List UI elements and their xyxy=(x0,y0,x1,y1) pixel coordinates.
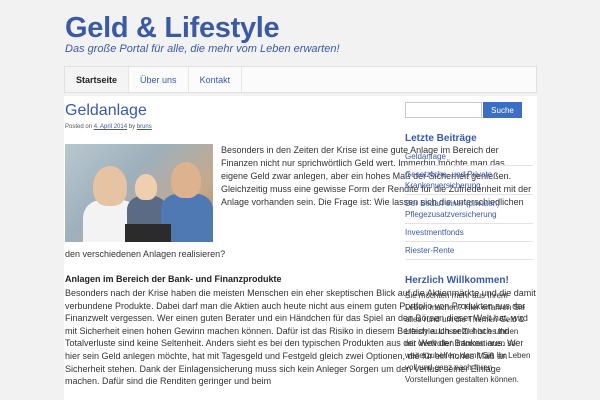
recent-posts-list: Geldanlage Gesetzliche- und Private Kran… xyxy=(405,148,533,260)
recent-posts-title: Letzte Beiträge xyxy=(405,133,477,144)
recent-post-item[interactable]: Gesetzliche- und Private Krankenversiche… xyxy=(405,166,533,195)
post-author-link[interactable]: bruns xyxy=(137,124,152,130)
post-meta: Posted on 4. April 2014 by bruns xyxy=(65,124,152,130)
post-title[interactable]: Geldanlage xyxy=(65,102,147,120)
post-meta-by: by xyxy=(128,124,136,130)
site-description: Das große Portal für alle, die mehr vom … xyxy=(65,43,340,55)
nav-item-startseite[interactable]: Startseite xyxy=(65,67,130,92)
recent-post-item[interactable]: Geldanlage xyxy=(405,148,533,166)
welcome-title: Herzlich Willkommen! xyxy=(405,275,509,286)
post-featured-image xyxy=(65,144,213,242)
post-intro-tail: den verschiedenen Anlagen realisieren? xyxy=(65,249,226,259)
search-button[interactable]: Suche xyxy=(483,102,522,118)
recent-post-item[interactable]: Riester-Rente xyxy=(405,242,533,260)
search-input[interactable] xyxy=(405,102,482,118)
welcome-text: Sie möchten mehr aus Ihrem Leben machen?… xyxy=(405,291,531,384)
recent-post-item[interactable]: Investmentfonds xyxy=(405,224,533,242)
nav-item-ueber-uns[interactable]: Über uns xyxy=(129,67,189,92)
post-section-heading: Anlagen im Bereich der Bank- und Finanzp… xyxy=(65,274,282,284)
site-title[interactable]: Geld & Lifestyle xyxy=(65,12,280,45)
main-navigation: Startseite Über uns Kontakt xyxy=(64,66,537,93)
post-meta-prefix: Posted on xyxy=(65,124,93,130)
recent-post-item[interactable]: Der Bedarf einer (privaten) Pflegezusatz… xyxy=(405,195,533,224)
sidebar: Suche Letzte Beiträge Geldanlage Gesetzl… xyxy=(396,96,537,400)
post-date-link[interactable]: 4. April 2014 xyxy=(94,124,127,130)
nav-item-kontakt[interactable]: Kontakt xyxy=(189,67,243,92)
